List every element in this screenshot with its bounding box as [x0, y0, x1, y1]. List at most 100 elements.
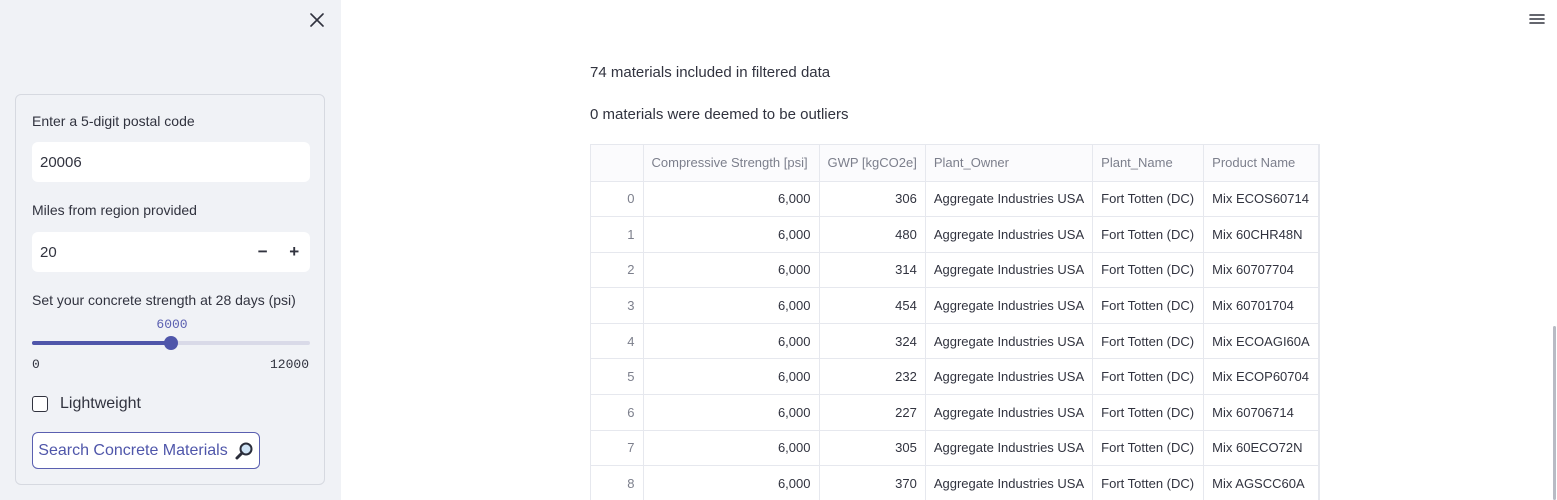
materials-table[interactable]: Compressive Strength [psi] GWP [kgCO2e] … — [590, 144, 1320, 500]
compressive-strength-cell[interactable]: 6,000 — [643, 216, 820, 253]
table-header-row: Compressive Strength [psi] GWP [kgCO2e] … — [591, 145, 1319, 182]
plant-owner-cell[interactable]: Aggregate Industries USA — [925, 287, 1094, 324]
table-row[interactable]: 7 6,000 305 Aggregate Industries USA For… — [591, 430, 1319, 467]
plant-owner-cell[interactable]: Aggregate Industries USA — [925, 181, 1094, 218]
row-index-cell: 5 — [591, 358, 644, 396]
strength-slider-min: 0 — [32, 357, 40, 372]
plant-owner-cell[interactable]: Aggregate Industries USA — [925, 465, 1094, 500]
compressive-strength-cell[interactable]: 6,000 — [643, 287, 820, 324]
product-name-cell[interactable]: Mix ECOS60714 — [1203, 181, 1319, 218]
product-name-cell[interactable]: Mix 60706714 — [1203, 394, 1319, 431]
column-header-plant-owner[interactable]: Plant_Owner — [925, 145, 1094, 182]
plant-name-cell[interactable]: Fort Totten (DC) — [1092, 287, 1205, 324]
plant-owner-cell[interactable]: Aggregate Industries USA — [925, 358, 1094, 396]
row-index-cell: 8 — [591, 465, 644, 500]
product-name-cell[interactable]: Mix 60ECO72N — [1203, 430, 1319, 467]
postal-code-label: Enter a 5-digit postal code — [32, 113, 195, 129]
gwp-cell[interactable]: 306 — [819, 181, 926, 218]
miles-number-field: − + — [32, 232, 310, 272]
table-row[interactable]: 2 6,000 314 Aggregate Industries USA For… — [591, 252, 1319, 289]
product-name-cell[interactable]: Mix ECOP60704 — [1203, 358, 1319, 396]
strength-slider-fill — [32, 341, 171, 345]
gwp-cell[interactable]: 480 — [819, 216, 926, 253]
plant-name-cell[interactable]: Fort Totten (DC) — [1092, 323, 1205, 360]
strength-label: Set your concrete strength at 28 days (p… — [32, 292, 296, 308]
main-menu-button[interactable] — [1527, 10, 1547, 28]
strength-slider-thumb[interactable] — [164, 336, 178, 350]
table-row[interactable]: 3 6,000 454 Aggregate Industries USA For… — [591, 287, 1319, 324]
row-index-cell: 1 — [591, 216, 644, 253]
product-name-cell[interactable]: Mix 60701704 — [1203, 287, 1319, 324]
sidebar: Enter a 5-digit postal code Miles from r… — [0, 0, 341, 500]
plant-name-cell[interactable]: Fort Totten (DC) — [1092, 394, 1205, 431]
search-concrete-materials-button[interactable]: Search Concrete Materials — [32, 432, 260, 469]
column-header-index[interactable] — [591, 145, 644, 182]
plant-owner-cell[interactable]: Aggregate Industries USA — [925, 430, 1094, 467]
miles-decrement-button[interactable]: − — [247, 232, 279, 272]
table-row[interactable]: 5 6,000 232 Aggregate Industries USA For… — [591, 358, 1319, 396]
row-index-cell: 3 — [591, 287, 644, 324]
compressive-strength-cell[interactable]: 6,000 — [643, 181, 820, 218]
gwp-cell[interactable]: 314 — [819, 252, 926, 289]
product-name-cell[interactable]: Mix 60CHR48N — [1203, 216, 1319, 253]
compressive-strength-cell[interactable]: 6,000 — [643, 430, 820, 467]
miles-label: Miles from region provided — [32, 202, 197, 218]
plant-name-cell[interactable]: Fort Totten (DC) — [1092, 181, 1205, 218]
compressive-strength-cell[interactable]: 6,000 — [643, 394, 820, 431]
compressive-strength-cell[interactable]: 6,000 — [643, 252, 820, 289]
gwp-cell[interactable]: 454 — [819, 287, 926, 324]
plant-name-cell[interactable]: Fort Totten (DC) — [1092, 358, 1205, 396]
compressive-strength-cell[interactable]: 6,000 — [643, 465, 820, 500]
product-name-cell[interactable]: Mix AGSCC60A — [1203, 465, 1319, 500]
strength-slider-max: 12000 — [269, 357, 309, 372]
hamburger-menu-icon — [1529, 14, 1545, 24]
row-index-cell: 2 — [591, 252, 644, 289]
plant-name-cell[interactable]: Fort Totten (DC) — [1092, 252, 1205, 289]
row-index-cell: 0 — [591, 181, 644, 218]
gwp-cell[interactable]: 232 — [819, 358, 926, 396]
close-icon — [310, 13, 324, 27]
table-row[interactable]: 1 6,000 480 Aggregate Industries USA For… — [591, 216, 1319, 253]
row-index-cell: 7 — [591, 430, 644, 467]
plant-name-cell[interactable]: Fort Totten (DC) — [1092, 465, 1205, 500]
included-count-text: 74 materials included in filtered data — [590, 64, 831, 81]
strength-slider-value: 6000 — [156, 317, 188, 332]
column-header-product-name[interactable]: Product Name — [1203, 145, 1319, 182]
plant-name-cell[interactable]: Fort Totten (DC) — [1092, 430, 1205, 467]
search-form: Enter a 5-digit postal code Miles from r… — [15, 94, 325, 485]
compressive-strength-cell[interactable]: 6,000 — [643, 323, 820, 360]
table-row[interactable]: 0 6,000 306 Aggregate Industries USA For… — [591, 181, 1319, 218]
page-scrollbar[interactable] — [1553, 326, 1556, 500]
gwp-cell[interactable]: 324 — [819, 323, 926, 360]
compressive-strength-cell[interactable]: 6,000 — [643, 358, 820, 396]
column-header-compressive-strength[interactable]: Compressive Strength [psi] — [643, 145, 820, 182]
lightweight-checkbox[interactable]: Lightweight — [32, 395, 141, 413]
column-header-gwp[interactable]: GWP [kgCO2e] — [819, 145, 926, 182]
gwp-cell[interactable]: 305 — [819, 430, 926, 467]
table-row[interactable]: 6 6,000 227 Aggregate Industries USA For… — [591, 394, 1319, 431]
table-row[interactable]: 8 6,000 370 Aggregate Industries USA For… — [591, 465, 1319, 500]
close-sidebar-button[interactable] — [306, 9, 328, 31]
postal-code-input[interactable] — [32, 142, 310, 182]
plant-name-cell[interactable]: Fort Totten (DC) — [1092, 216, 1205, 253]
plant-owner-cell[interactable]: Aggregate Industries USA — [925, 323, 1094, 360]
miles-increment-button[interactable]: + — [279, 232, 311, 272]
search-button-label: Search Concrete Materials — [38, 441, 228, 459]
row-index-cell: 4 — [591, 323, 644, 360]
gwp-cell[interactable]: 370 — [819, 465, 926, 500]
product-name-cell[interactable]: Mix 60707704 — [1203, 252, 1319, 289]
plant-owner-cell[interactable]: Aggregate Industries USA — [925, 394, 1094, 431]
plant-owner-cell[interactable]: Aggregate Industries USA — [925, 252, 1094, 289]
product-name-cell[interactable]: Mix ECOAGI60A — [1203, 323, 1319, 360]
row-index-cell: 6 — [591, 394, 644, 431]
table-row[interactable]: 4 6,000 324 Aggregate Industries USA For… — [591, 323, 1319, 360]
strength-slider-track[interactable] — [32, 336, 310, 350]
plant-owner-cell[interactable]: Aggregate Industries USA — [925, 216, 1094, 253]
miles-input[interactable] — [32, 232, 247, 272]
lightweight-checkbox-label: Lightweight — [60, 395, 141, 412]
magnifier-icon — [235, 442, 253, 459]
column-header-plant-name[interactable]: Plant_Name — [1092, 145, 1205, 182]
outliers-count-text: 0 materials were deemed to be outliers — [590, 106, 849, 123]
gwp-cell[interactable]: 227 — [819, 394, 926, 431]
lightweight-checkbox-box[interactable] — [32, 396, 48, 412]
